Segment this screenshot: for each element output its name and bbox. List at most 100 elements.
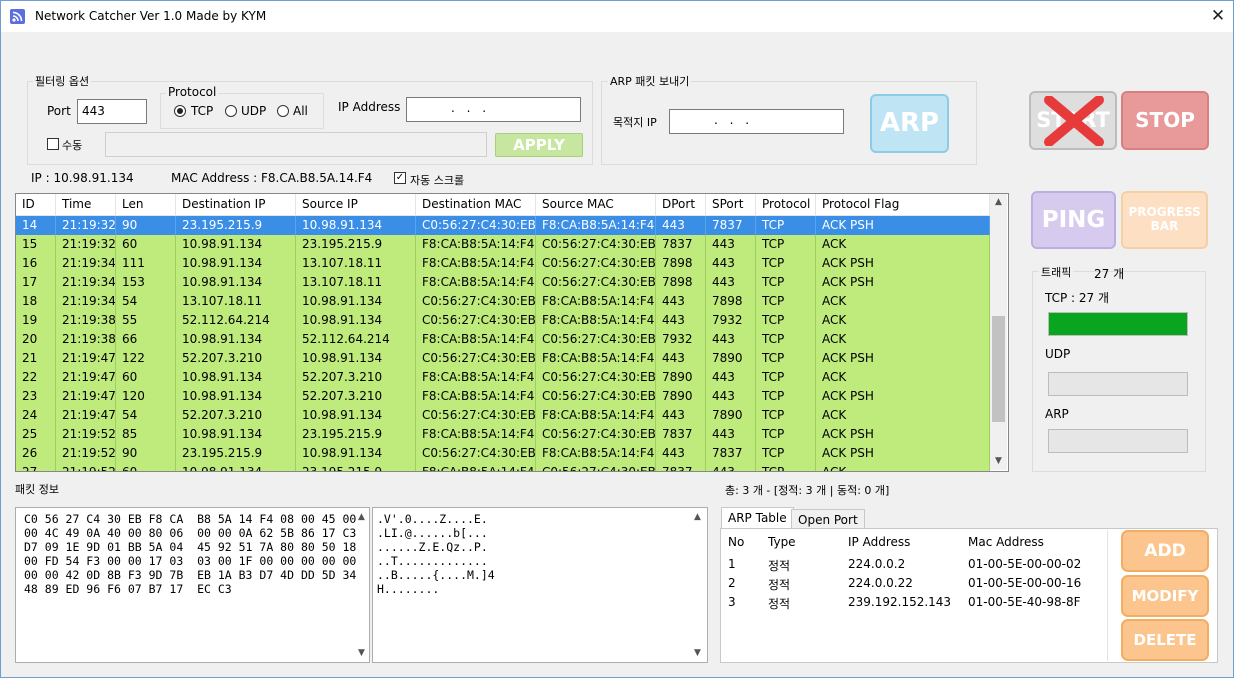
column-header-len[interactable]: Len [116, 194, 176, 215]
tab-open-port[interactable]: Open Port [791, 509, 865, 529]
table-row[interactable]: 21 21:19:47 122 52.207.3.210 10.98.91.134 C0:… [16, 349, 990, 368]
dest-ip-label: 목적지 IP [613, 116, 657, 129]
delete-button[interactable]: DELETE [1121, 619, 1209, 661]
table-cell: TCP [756, 463, 816, 471]
table-cell: 54 [116, 292, 176, 311]
ascii-scroll-down-icon[interactable]: ▼ [689, 645, 706, 662]
table-cell: 443 [706, 235, 756, 254]
table-row[interactable]: 23 21:19:47 120 10.98.91.134 52.207.3.210 F8:… [16, 387, 990, 406]
table-cell: 21 [16, 349, 56, 368]
hex-scroll-down-icon[interactable]: ▼ [353, 645, 370, 662]
table-cell: 21:19:47 [56, 406, 116, 425]
scroll-up-arrow-icon[interactable]: ▲ [990, 194, 1007, 211]
table-cell: 443 [706, 425, 756, 444]
table-row[interactable]: 20 21:19:38 66 10.98.91.134 52.112.64.214 F8:… [16, 330, 990, 349]
table-cell: 19 [16, 311, 56, 330]
modify-button[interactable]: MODIFY [1121, 575, 1209, 617]
ascii-line: .LI.@......b[... [377, 526, 488, 540]
table-cell: 7898 [656, 273, 706, 292]
table-cell: 16 [16, 254, 56, 273]
protocol-tcp-radio[interactable] [174, 105, 186, 117]
column-header-sport[interactable]: SPort [706, 194, 756, 215]
port-value: 443 [82, 104, 105, 118]
manual-checkbox[interactable] [47, 138, 59, 150]
protocol-all-radio[interactable] [277, 105, 289, 117]
table-cell: C0:56:27:C4:30:EB [536, 387, 656, 406]
table-row[interactable]: 25 21:19:52 85 10.98.91.134 23.195.215.9 F8:C… [16, 425, 990, 444]
table-cell: 443 [706, 387, 756, 406]
packet-table-scrollbar[interactable]: ▲ ▼ [990, 194, 1007, 470]
table-cell: 21:19:38 [56, 330, 116, 349]
table-row[interactable]: 15 21:19:32 60 10.98.91.134 23.195.215.9 F8:C… [16, 235, 990, 254]
ascii-view[interactable]: .V'.0....Z....E. .LI.@......b[... ......Z.… [372, 507, 708, 663]
table-row[interactable]: 16 21:19:34 111 10.98.91.134 13.107.18.11 F8:… [16, 254, 990, 273]
table-cell: 60 [116, 368, 176, 387]
table-cell: C0:56:27:C4:30:EB [416, 292, 536, 311]
hex-line: 00 4C 49 0A 40 00 80 06 00 00 0A 62 5B 8… [24, 526, 357, 540]
table-cell: ACK [816, 235, 990, 254]
column-header-protocol-flag[interactable]: Protocol Flag [816, 194, 990, 215]
table-cell: 15 [16, 235, 56, 254]
table-cell: F8:CA:B8:5A:14:F4 [416, 273, 536, 292]
scroll-thumb[interactable] [992, 316, 1005, 422]
stop-button[interactable]: STOP [1121, 91, 1209, 150]
table-cell: ACK PSH [816, 444, 990, 463]
apply-button[interactable]: APPLY [495, 133, 583, 157]
table-cell: TCP [756, 292, 816, 311]
table-cell: ACK PSH [816, 216, 990, 235]
manual-filter-input[interactable] [105, 132, 487, 157]
ip-address-input[interactable]: . . . [406, 97, 581, 122]
table-row[interactable]: 18 21:19:34 54 13.107.18.11 10.98.91.134 C0:5… [16, 292, 990, 311]
arp-button[interactable]: ARP [870, 94, 949, 153]
column-header-dport[interactable]: DPort [656, 194, 706, 215]
ascii-scroll-up-icon[interactable]: ▲ [689, 509, 706, 526]
autoscroll-checkbox[interactable]: ✓ [394, 172, 406, 184]
column-header-time[interactable]: Time [56, 194, 116, 215]
dest-ip-input[interactable]: . . . [669, 109, 844, 134]
arp-table-cell: 01-00-5E-40-98-8F [968, 595, 1081, 609]
table-cell: ACK PSH [816, 273, 990, 292]
protocol-all-label: All [293, 104, 308, 118]
tab-arp-table[interactable]: ARP Table [721, 507, 794, 529]
dest-ip-value: . . . [714, 113, 754, 127]
table-cell: ACK [816, 292, 990, 311]
ping-button[interactable]: PING [1031, 191, 1116, 249]
column-header-destination-ip[interactable]: Destination IP [176, 194, 296, 215]
column-header-source-ip[interactable]: Source IP [296, 194, 416, 215]
port-input[interactable]: 443 [77, 99, 147, 124]
table-row[interactable]: 22 21:19:47 60 10.98.91.134 52.207.3.210 F8:C… [16, 368, 990, 387]
ascii-line: ......Z.E.Qz..P. [377, 540, 488, 554]
hex-scroll-up-icon[interactable]: ▲ [353, 509, 370, 526]
column-header-destination-mac[interactable]: Destination MAC [416, 194, 536, 215]
column-header-id[interactable]: ID [16, 194, 56, 215]
column-header-protocol[interactable]: Protocol [756, 194, 816, 215]
table-row[interactable]: 14 21:19:32 90 23.195.215.9 10.98.91.134 C0:5… [16, 216, 990, 235]
table-cell: TCP [756, 387, 816, 406]
traffic-total: 27 개 [1094, 267, 1125, 281]
tcp-progress-bar [1048, 312, 1188, 336]
table-row[interactable]: 19 21:19:38 55 52.112.64.214 10.98.91.134 C0:… [16, 311, 990, 330]
packet-table[interactable]: ID Time Len Destination IP Source IP Destinat… [15, 193, 1009, 472]
table-row[interactable]: 27 21:19:52 60 10.98.91.134 23.195.215.9 F8:C… [16, 463, 990, 471]
protocol-tcp-label: TCP [191, 104, 214, 118]
table-cell: 52.112.64.214 [176, 311, 296, 330]
add-button[interactable]: ADD [1121, 530, 1209, 572]
progress-bar-button-label: PROGRESS BAR [1128, 205, 1201, 233]
table-row[interactable]: 26 21:19:52 90 23.195.215.9 10.98.91.134 C0:5… [16, 444, 990, 463]
table-cell: TCP [756, 216, 816, 235]
main-window: Network Catcher Ver 1.0 Made by KYM ✕ 필터… [0, 0, 1234, 678]
scroll-down-arrow-icon[interactable]: ▼ [990, 453, 1007, 470]
arp-list[interactable]: No Type IP Address Mac Address 1 정적 224.0.0.2 0… [722, 530, 1108, 661]
table-row[interactable]: 17 21:19:34 153 10.98.91.134 13.107.18.11 F8:… [16, 273, 990, 292]
progress-bar-button[interactable]: PROGRESS BAR [1121, 191, 1208, 249]
table-cell: 54 [116, 406, 176, 425]
column-header-source-mac[interactable]: Source MAC [536, 194, 656, 215]
ascii-lines: .V'.0....Z....E. .LI.@......b[... ......Z.… [377, 512, 495, 596]
start-button[interactable]: START [1029, 91, 1117, 150]
protocol-udp-radio[interactable] [225, 105, 237, 117]
hex-view[interactable]: C0 56 27 C4 30 EB F8 CA B8 5A 14 F4 08 0… [15, 507, 370, 663]
tcp-count-label: TCP : 27 개 [1045, 291, 1110, 305]
table-row[interactable]: 24 21:19:47 54 52.207.3.210 10.98.91.134 C0:5… [16, 406, 990, 425]
close-icon[interactable]: ✕ [1205, 4, 1231, 28]
arp-column-header: No [728, 535, 745, 549]
